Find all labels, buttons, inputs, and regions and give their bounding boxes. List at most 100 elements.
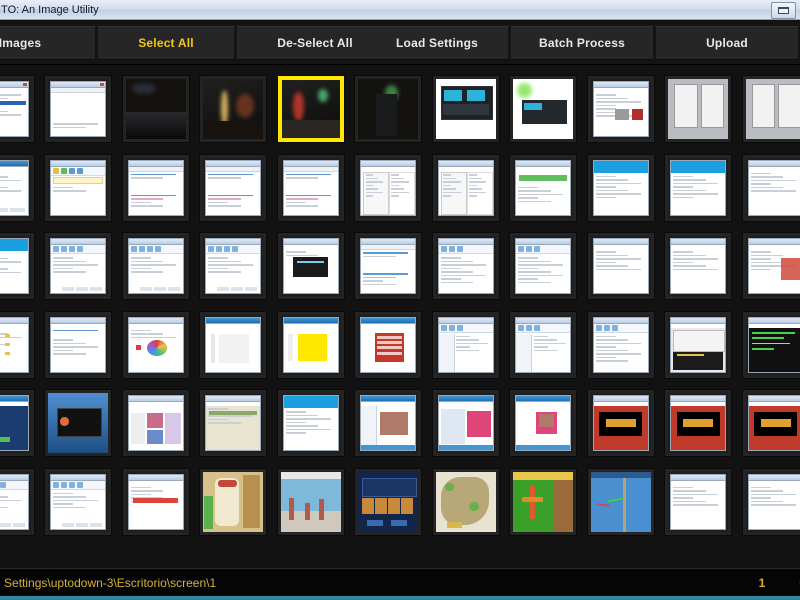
thumbnail-cell[interactable] <box>195 149 273 228</box>
thumbnail[interactable] <box>665 311 732 378</box>
thumbnail[interactable] <box>742 311 800 378</box>
load-settings-button[interactable]: Load Settings <box>366 26 508 60</box>
thumbnail[interactable] <box>742 76 800 143</box>
thumbnail-cell[interactable] <box>660 384 738 463</box>
thumbnail-cell[interactable] <box>195 463 273 542</box>
thumbnail[interactable] <box>277 468 344 535</box>
thumbnail-cell[interactable] <box>272 463 350 542</box>
thumbnail[interactable] <box>200 468 267 535</box>
thumbnail-cell[interactable] <box>505 227 583 306</box>
thumbnail[interactable] <box>587 233 654 300</box>
thumbnail-cell[interactable] <box>117 384 195 463</box>
thumbnail-cell[interactable] <box>737 463 800 542</box>
thumbnail-cell[interactable] <box>427 149 505 228</box>
thumbnail-cell[interactable] <box>117 306 195 385</box>
thumbnail[interactable] <box>355 390 422 457</box>
thumbnail-cell[interactable] <box>350 149 428 228</box>
thumbnail[interactable] <box>45 311 112 378</box>
thumbnail-cell[interactable] <box>660 463 738 542</box>
thumbnail[interactable] <box>355 154 422 221</box>
thumbnail-cell[interactable] <box>737 227 800 306</box>
thumbnail[interactable] <box>45 76 112 143</box>
thumbnail[interactable] <box>200 311 267 378</box>
thumbnail[interactable] <box>432 390 499 457</box>
thumbnail-cell[interactable] <box>195 70 273 149</box>
thumbnail[interactable] <box>510 154 577 221</box>
thumbnail[interactable] <box>432 468 499 535</box>
thumbnail[interactable] <box>277 311 344 378</box>
thumbnail-cell[interactable] <box>582 306 660 385</box>
thumbnail-cell[interactable] <box>117 463 195 542</box>
thumbnail[interactable] <box>510 76 577 143</box>
thumbnail[interactable] <box>45 154 112 221</box>
thumbnail-selected[interactable] <box>277 76 344 143</box>
thumbnail-cell[interactable] <box>0 463 40 542</box>
thumbnail[interactable] <box>742 154 800 221</box>
thumbnail[interactable] <box>45 468 112 535</box>
thumbnail[interactable] <box>200 390 267 457</box>
images-button[interactable]: Images <box>0 26 95 60</box>
thumbnail-cell[interactable] <box>272 70 350 149</box>
thumbnail-cell[interactable] <box>505 384 583 463</box>
thumbnail[interactable] <box>510 468 577 535</box>
thumbnail[interactable] <box>510 311 577 378</box>
thumbnail[interactable] <box>122 311 189 378</box>
thumbnail-cell[interactable] <box>0 306 40 385</box>
thumbnail-cell[interactable] <box>195 227 273 306</box>
thumbnail[interactable] <box>742 390 800 457</box>
thumbnail[interactable] <box>277 233 344 300</box>
thumbnail[interactable] <box>122 468 189 535</box>
thumbnail-cell[interactable] <box>582 463 660 542</box>
thumbnail[interactable] <box>510 390 577 457</box>
thumbnail[interactable] <box>665 233 732 300</box>
thumbnail-cell[interactable] <box>350 463 428 542</box>
thumbnail[interactable] <box>122 390 189 457</box>
thumbnail-cell[interactable] <box>427 227 505 306</box>
thumbnail-cell[interactable] <box>272 227 350 306</box>
thumbnail-cell[interactable] <box>737 70 800 149</box>
thumbnail[interactable] <box>355 468 422 535</box>
thumbnail[interactable] <box>355 311 422 378</box>
thumbnail[interactable] <box>277 390 344 457</box>
thumbnail[interactable] <box>432 233 499 300</box>
thumbnail-cell[interactable] <box>40 384 118 463</box>
thumbnail[interactable] <box>587 154 654 221</box>
thumbnail-cell[interactable] <box>40 463 118 542</box>
thumbnail[interactable] <box>200 233 267 300</box>
thumbnail-cell[interactable] <box>272 384 350 463</box>
thumbnail-cell[interactable] <box>40 149 118 228</box>
thumbnail-cell[interactable] <box>117 70 195 149</box>
thumbnail[interactable] <box>122 233 189 300</box>
thumbnail[interactable] <box>122 76 189 143</box>
thumbnail-cell[interactable] <box>117 227 195 306</box>
thumbnail[interactable] <box>665 390 732 457</box>
select-all-button[interactable]: Select All <box>98 26 234 60</box>
thumbnail[interactable] <box>665 76 732 143</box>
thumbnail-cell[interactable] <box>40 306 118 385</box>
thumbnail-cell[interactable] <box>0 70 40 149</box>
thumbnail[interactable] <box>45 233 112 300</box>
thumbnail[interactable] <box>432 154 499 221</box>
thumbnail-cell[interactable] <box>660 306 738 385</box>
thumbnail-cell[interactable] <box>582 227 660 306</box>
thumbnail-cell[interactable] <box>660 227 738 306</box>
thumbnail[interactable] <box>355 233 422 300</box>
upload-button[interactable]: Upload <box>656 26 798 60</box>
thumbnail[interactable] <box>742 233 800 300</box>
thumbnail-cell[interactable] <box>0 227 40 306</box>
batch-process-button[interactable]: Batch Process <box>511 26 653 60</box>
thumbnail-cell[interactable] <box>40 70 118 149</box>
thumbnail[interactable] <box>587 311 654 378</box>
thumbnail[interactable] <box>277 154 344 221</box>
thumbnail-cell[interactable] <box>427 463 505 542</box>
thumbnail-cell[interactable] <box>350 384 428 463</box>
thumbnail[interactable] <box>45 390 112 457</box>
thumbnail[interactable] <box>200 154 267 221</box>
thumbnail-cell[interactable] <box>350 70 428 149</box>
thumbnail[interactable] <box>742 468 800 535</box>
thumbnail-cell[interactable] <box>505 70 583 149</box>
thumbnail[interactable] <box>0 311 34 378</box>
thumbnail[interactable] <box>587 468 654 535</box>
thumbnail[interactable] <box>0 468 34 535</box>
thumbnail-cell[interactable] <box>737 149 800 228</box>
